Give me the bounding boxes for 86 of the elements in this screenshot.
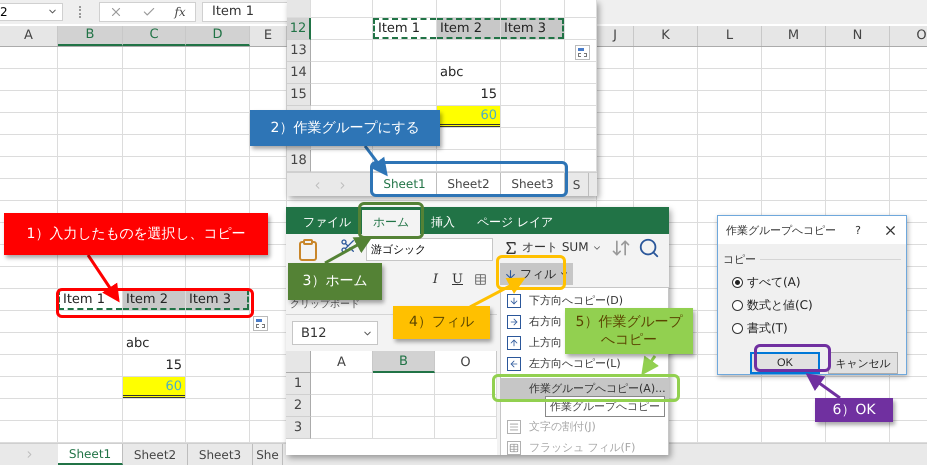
table-cell: Item 3	[501, 18, 564, 39]
table-cell: Item 1	[373, 18, 436, 39]
ribbon-tab[interactable]: ページ レイア	[466, 210, 564, 234]
row-header[interactable]: 1	[286, 373, 311, 395]
table-cell: Item 2	[123, 289, 185, 310]
menu-item[interactable]: 右方向	[501, 311, 566, 332]
arrow	[364, 145, 388, 176]
format-button[interactable]: I	[430, 272, 442, 286]
grip-icon	[79, 6, 83, 18]
radio-button[interactable]	[732, 277, 743, 288]
scissors-icon[interactable]	[340, 238, 356, 254]
column-header[interactable]: L	[698, 26, 762, 46]
row-header[interactable]: 3	[286, 417, 311, 439]
autosum-label[interactable]: オート SUM	[522, 239, 589, 256]
group-label: クリップボード	[290, 298, 360, 311]
callout: 1）入力したものを選択し、コピー	[4, 213, 268, 255]
table-icon	[507, 440, 521, 454]
lines-icon	[507, 420, 521, 434]
ribbon-tab[interactable]: 挿入	[420, 210, 466, 234]
option-label[interactable]: 書式(T)	[747, 320, 788, 337]
callout: 3）ホーム	[288, 263, 382, 300]
search-icon[interactable]	[638, 236, 660, 258]
function-label[interactable]: fx	[174, 4, 186, 19]
callout: 6）OK	[815, 398, 893, 422]
help-button[interactable]: ?	[855, 224, 861, 236]
table-cell: 60	[123, 377, 185, 398]
paste-options-icon[interactable]	[575, 45, 590, 60]
menu-item[interactable]: 作業グループへコピー(A)...	[501, 378, 668, 399]
table-cell: Item 2	[437, 18, 500, 39]
callout: 5）作業グループへコピー	[565, 308, 693, 354]
dialog-button[interactable]: キャンセル	[828, 352, 898, 374]
arrow	[469, 278, 526, 308]
column-header[interactable]: B	[373, 351, 435, 373]
group-label: コピー	[723, 252, 756, 267]
sheet-tab[interactable]: Sheet2	[437, 173, 501, 196]
menu-item[interactable]: 左方向へコピー(L)	[501, 353, 625, 374]
callout: 2）作業グループにする	[250, 110, 440, 146]
ribbon-tab[interactable]: ファイル	[292, 210, 362, 234]
option-label[interactable]: 数式と値(C)	[747, 297, 813, 314]
radio-button[interactable]	[732, 323, 743, 334]
column-header[interactable]: K	[634, 26, 698, 46]
table-cell-text: 15	[479, 86, 498, 104]
sheet-tab[interactable]: She	[253, 444, 283, 465]
sort-icon[interactable]	[610, 238, 631, 258]
sheet-tab[interactable]: Sheet1	[58, 444, 123, 465]
down-arrow-icon	[504, 268, 517, 280]
font-field[interactable]: 游ゴシック	[366, 238, 493, 260]
menu-item[interactable]: 下方向へコピー(D)	[501, 290, 628, 311]
arrow	[806, 373, 841, 400]
row-header[interactable]: 18	[287, 150, 311, 172]
arrow	[324, 236, 373, 264]
border-icon[interactable]	[474, 272, 487, 286]
table-cell: Item 3	[186, 289, 249, 310]
format-button[interactable]: U	[449, 272, 466, 286]
column-header[interactable]: D	[186, 26, 250, 46]
dialog-title: 作業グループへコピー	[726, 222, 837, 238]
sheet-tab[interactable]: Sheet1	[373, 173, 437, 196]
table-cell-text: abc	[125, 335, 150, 353]
row-header[interactable]: 15	[287, 84, 311, 106]
row-header[interactable]: 14	[287, 62, 311, 84]
callout: 4）フィル	[393, 306, 490, 339]
sheet-tab[interactable]: Sheet3	[188, 444, 253, 465]
option-label[interactable]: すべて(A)	[747, 274, 801, 291]
sheet-tab[interactable]: S	[565, 173, 589, 196]
column-header[interactable]: M	[762, 26, 826, 46]
table-cell-text: abc	[439, 64, 464, 82]
formula-field[interactable]: Item 1	[202, 2, 287, 22]
table-cell-text: 15	[164, 357, 183, 375]
table-cell: 60	[437, 106, 500, 127]
row-header[interactable]: 13	[287, 40, 311, 62]
clipboard-icon[interactable]	[296, 238, 320, 262]
name-box[interactable]: 2	[0, 2, 63, 21]
row-header[interactable]: 12	[287, 18, 311, 40]
radio-button[interactable]	[732, 300, 743, 311]
ribbon-tab[interactable]: ホーム	[362, 210, 420, 234]
column-header[interactable]: C	[123, 26, 186, 46]
column-header[interactable]: B	[58, 26, 123, 46]
paste-options-icon[interactable]	[253, 316, 268, 331]
name-box[interactable]: B12	[292, 321, 378, 345]
column-header[interactable]: O	[890, 26, 927, 46]
row-header[interactable]: 2	[286, 395, 311, 417]
sheet-tab[interactable]: Sheet2	[123, 444, 188, 465]
menu-item[interactable]: 上方向	[501, 332, 566, 353]
arrow	[641, 355, 659, 376]
column-header[interactable]: N	[826, 26, 890, 46]
sheet-tab[interactable]: Sheet3	[501, 173, 565, 196]
